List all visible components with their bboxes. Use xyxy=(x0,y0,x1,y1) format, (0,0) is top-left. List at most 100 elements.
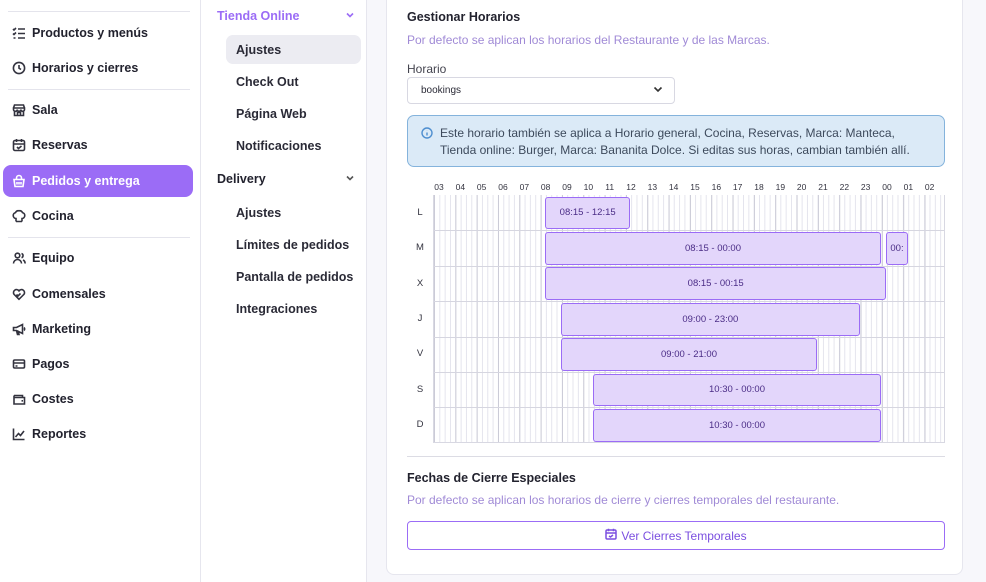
submenu-item-label: Ajustes xyxy=(236,205,282,220)
submenu-group-tienda-online[interactable]: Tienda Online xyxy=(217,9,355,23)
chevron-down-icon xyxy=(345,9,355,23)
day-label: L xyxy=(417,206,423,218)
submenu-item-limites[interactable]: Límites de pedidos xyxy=(226,230,361,259)
chart-icon xyxy=(12,427,26,441)
hour-label: 03 xyxy=(434,182,444,192)
sidebar-item-equipo[interactable]: Equipo xyxy=(3,242,193,274)
sidebar-item-cocina[interactable]: Cocina xyxy=(3,200,193,232)
main-sidebar: Productos y menús Horarios y cierres Sal… xyxy=(0,0,201,582)
submenu-item-label: Ajustes xyxy=(236,42,282,57)
closures-subtitle: Por defecto se aplican los horarios de c… xyxy=(407,493,840,507)
sidebar-item-label: Marketing xyxy=(32,322,92,336)
hour-label: 10 xyxy=(583,182,594,192)
day-label: V xyxy=(416,348,424,360)
sidebar-item-label: Cocina xyxy=(32,209,74,223)
sidebar-item-comensales[interactable]: Comensales xyxy=(3,278,193,310)
closures-title: Fechas de Cierre Especiales xyxy=(407,471,576,485)
sidebar-item-label: Pagos xyxy=(32,357,70,371)
sidebar-item-label: Sala xyxy=(32,103,58,117)
hour-label: 12 xyxy=(626,182,636,192)
schedule-block[interactable]: 08:15 - 12:15 xyxy=(545,196,631,230)
sidebar-item-reportes[interactable]: Reportes xyxy=(3,418,193,450)
submenu-item-label: Página Web xyxy=(236,106,307,121)
sidebar-item-label: Costes xyxy=(32,392,74,406)
section-title: Gestionar Horarios xyxy=(407,10,521,24)
sidebar-item-productos[interactable]: Productos y menús xyxy=(3,17,193,49)
schedule-block[interactable]: 08:15 - 00:00 xyxy=(545,231,881,265)
hour-label: 20 xyxy=(796,182,807,192)
submenu-item-label: Límites de pedidos xyxy=(236,237,350,252)
sidebar-item-costes[interactable]: Costes xyxy=(3,383,193,415)
schedule-block[interactable]: 09:00 - 21:00 xyxy=(561,338,817,371)
submenu-group-delivery[interactable]: Delivery xyxy=(217,172,355,186)
sidebar-item-label: Reportes xyxy=(32,427,87,441)
sidebar-item-label: Horarios y cierres xyxy=(32,61,139,75)
submenu-item-checkout[interactable]: Check Out xyxy=(226,67,361,96)
hour-label: 13 xyxy=(647,182,658,192)
sidebar-item-label: Equipo xyxy=(32,251,75,265)
hour-label: 04 xyxy=(455,182,466,192)
hour-label: 17 xyxy=(732,182,743,192)
hour-label: 01 xyxy=(903,182,914,192)
info-text: Este horario también se aplica a Horario… xyxy=(440,126,910,157)
sidebar-item-reservas[interactable]: Reservas xyxy=(3,129,193,161)
heart-hand-icon xyxy=(12,287,26,301)
schedule-grid[interactable]: 08:15 - 12:15 08:15 - 00:00 00: 08:15 - 00:… xyxy=(433,195,945,443)
submenu-item-ajustes[interactable]: Ajustes xyxy=(226,35,361,64)
hour-label: 06 xyxy=(498,182,508,192)
chef-hat-icon xyxy=(12,209,26,223)
submenu-group-label: Delivery xyxy=(217,172,266,186)
sidebar-item-label: Productos y menús xyxy=(32,26,148,40)
submenu-item-pagina-web[interactable]: Página Web xyxy=(226,99,361,128)
ver-cierres-button[interactable]: Ver Cierres Temporales xyxy=(407,521,945,550)
sidebar-item-horarios[interactable]: Horarios y cierres xyxy=(3,52,193,84)
wallet-icon xyxy=(12,392,26,406)
schedule-block[interactable]: 08:15 - 00:15 xyxy=(545,267,887,301)
info-icon xyxy=(421,127,433,144)
hour-label: 16 xyxy=(711,182,722,192)
day-label: M xyxy=(416,242,424,254)
submenu-item-label: Integraciones xyxy=(236,301,318,316)
hour-label: 07 xyxy=(519,182,530,192)
submenu-item-integraciones[interactable]: Integraciones xyxy=(226,294,361,323)
hour-label: 11 xyxy=(605,182,615,192)
calendar-icon xyxy=(605,528,621,543)
submenu-item-delivery-ajustes[interactable]: Ajustes xyxy=(226,198,361,227)
hour-label: 05 xyxy=(476,182,487,192)
settings-submenu: Tienda Online Ajustes Check Out Página W… xyxy=(201,0,367,582)
submenu-item-notificaciones[interactable]: Notificaciones xyxy=(226,131,361,160)
sidebar-item-pedidos[interactable]: Pedidos y entrega xyxy=(3,165,193,197)
schedule-block[interactable]: 10:30 - 00:00 xyxy=(593,373,881,407)
horario-label: Horario xyxy=(407,62,447,76)
sidebar-item-sala[interactable]: Sala xyxy=(3,94,193,126)
submenu-group-label: Tienda Online xyxy=(217,9,300,23)
horario-select-value: bookings xyxy=(421,85,462,96)
horario-select[interactable]: bookings xyxy=(407,77,675,104)
hour-label: 23 xyxy=(860,182,871,192)
section-subtitle: Por defecto se aplican los horarios del … xyxy=(407,33,770,47)
sidebar-item-pagos[interactable]: Pagos xyxy=(3,348,193,380)
schedule-block[interactable]: 09:00 - 23:00 xyxy=(561,302,860,336)
credit-card-icon xyxy=(12,357,26,371)
submenu-item-label: Pantalla de pedidos xyxy=(236,269,354,284)
submenu-item-label: Check Out xyxy=(236,74,299,89)
store-icon xyxy=(12,103,26,117)
schedule-block[interactable]: 10:30 - 00:00 xyxy=(593,408,881,442)
bag-icon xyxy=(12,174,26,188)
day-label: X xyxy=(416,277,424,289)
users-icon xyxy=(12,251,26,265)
day-label: S xyxy=(416,383,424,395)
section-divider xyxy=(407,456,945,457)
hour-label: 09 xyxy=(562,182,572,192)
schedule-block[interactable]: 00: xyxy=(886,231,908,265)
submenu-item-pantalla[interactable]: Pantalla de pedidos xyxy=(226,262,361,291)
hour-label: 15 xyxy=(690,182,700,192)
hour-label: 19 xyxy=(775,182,786,192)
sidebar-divider xyxy=(8,89,190,90)
hour-label: 00 xyxy=(882,182,892,192)
ver-cierres-label: Ver Cierres Temporales xyxy=(621,528,747,543)
sidebar-divider xyxy=(8,11,190,12)
day-label: D xyxy=(416,419,424,431)
hour-label: 22 xyxy=(839,182,850,192)
sidebar-item-marketing[interactable]: Marketing xyxy=(3,313,193,345)
